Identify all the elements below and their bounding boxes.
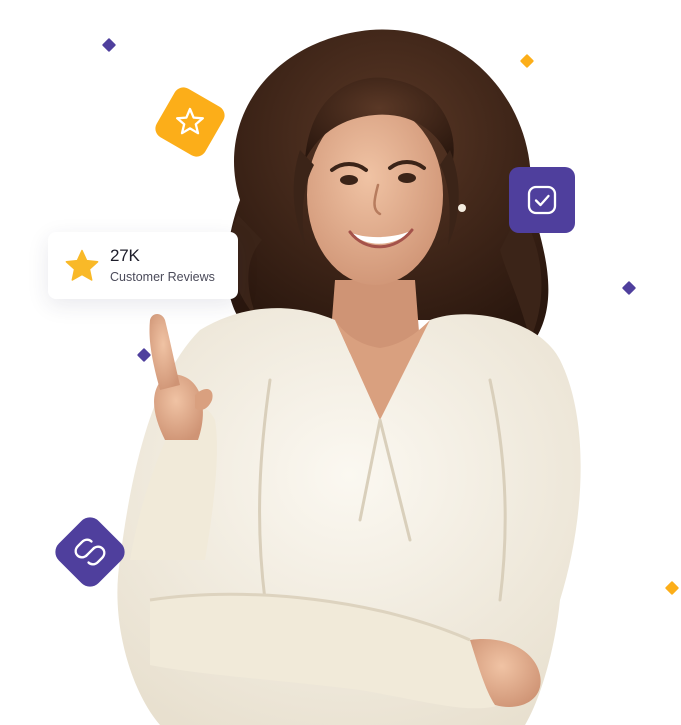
review-label: Customer Reviews [110,269,215,284]
check-badge [509,167,575,233]
review-count: 27K [110,245,140,265]
star-icon [65,249,99,281]
customer-reviews-card: 27K Customer Reviews [48,232,238,299]
star-badge [155,87,225,157]
hero-section: 27K Customer Reviews [0,0,681,725]
review-text: 27K Customer Reviews [110,246,215,286]
link-badge [55,517,125,587]
woman-photo [117,29,581,725]
